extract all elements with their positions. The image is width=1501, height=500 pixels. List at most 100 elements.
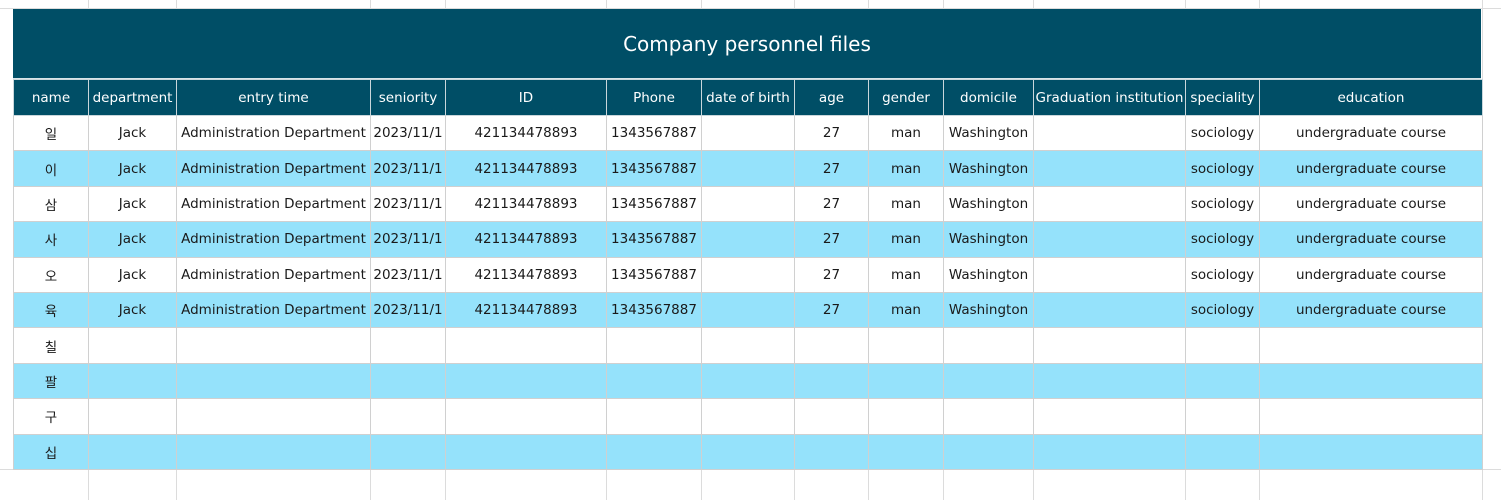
cell-id[interactable]: 421134478893 (445, 185, 607, 223)
cell-name[interactable]: 육 (13, 291, 89, 329)
cell-domicile[interactable] (943, 433, 1034, 470)
cell-entry-time[interactable]: Administration Department (176, 256, 371, 293)
cell-age[interactable] (794, 433, 869, 470)
cell-gender[interactable]: man (868, 150, 944, 187)
cell-age[interactable]: 27 (794, 221, 869, 258)
cell-entry-time[interactable]: Administration Department (176, 150, 371, 187)
header-cell-speciality[interactable]: speciality (1185, 79, 1260, 116)
header-cell-seniority[interactable]: seniority (370, 79, 446, 116)
header-cell-phone[interactable]: Phone (606, 79, 702, 116)
cell-speciality[interactable] (1185, 398, 1260, 435)
cell-speciality[interactable]: sociology (1185, 185, 1260, 223)
cell-seniority[interactable]: 2023/11/1 (370, 114, 446, 152)
cell-department[interactable]: Jack (88, 291, 177, 329)
cell-date-of-birth[interactable] (701, 362, 795, 400)
header-cell-entry-time[interactable]: entry time (176, 79, 371, 116)
header-cell-graduation-institution[interactable]: Graduation institution (1033, 79, 1186, 116)
cell-entry-time[interactable] (176, 362, 371, 400)
cell-graduation-institution[interactable] (1033, 150, 1186, 187)
cell-entry-time[interactable]: Administration Department (176, 114, 371, 152)
cell-department[interactable]: Jack (88, 256, 177, 293)
cell-date-of-birth[interactable] (701, 150, 795, 187)
cell-graduation-institution[interactable] (1033, 433, 1186, 470)
cell-speciality[interactable]: sociology (1185, 114, 1260, 152)
cell-domicile[interactable]: Washington (943, 185, 1034, 223)
cell-department[interactable]: Jack (88, 150, 177, 187)
cell-name[interactable]: 팔 (13, 362, 89, 400)
cell-name[interactable]: 구 (13, 398, 89, 435)
cell-age[interactable]: 27 (794, 114, 869, 152)
cell-domicile[interactable]: Washington (943, 291, 1034, 329)
cell-education[interactable]: undergraduate course (1259, 256, 1483, 293)
cell-speciality[interactable] (1185, 433, 1260, 470)
cell-education[interactable]: undergraduate course (1259, 185, 1483, 223)
cell-education[interactable]: undergraduate course (1259, 150, 1483, 187)
cell-phone[interactable]: 1343567887 (606, 150, 702, 187)
cell-entry-time[interactable]: Administration Department (176, 185, 371, 223)
cell-name[interactable]: 칠 (13, 327, 89, 364)
cell-department[interactable] (88, 327, 177, 364)
cell-id[interactable] (445, 433, 607, 470)
cell-domicile[interactable] (943, 398, 1034, 435)
header-cell-department[interactable]: department (88, 79, 177, 116)
cell-domicile[interactable] (943, 362, 1034, 400)
cell-seniority[interactable]: 2023/11/1 (370, 256, 446, 293)
cell-date-of-birth[interactable] (701, 327, 795, 364)
cell-education[interactable]: undergraduate course (1259, 221, 1483, 258)
cell-age[interactable]: 27 (794, 256, 869, 293)
cell-id[interactable]: 421134478893 (445, 221, 607, 258)
cell-entry-time[interactable] (176, 398, 371, 435)
cell-department[interactable]: Jack (88, 185, 177, 223)
header-cell-date-of-birth[interactable]: date of birth (701, 79, 795, 116)
cell-phone[interactable]: 1343567887 (606, 221, 702, 258)
cell-education[interactable] (1259, 398, 1483, 435)
cell-gender[interactable] (868, 433, 944, 470)
cell-graduation-institution[interactable] (1033, 256, 1186, 293)
cell-phone[interactable] (606, 433, 702, 470)
cell-date-of-birth[interactable] (701, 398, 795, 435)
cell-gender[interactable]: man (868, 185, 944, 223)
cell-seniority[interactable] (370, 327, 446, 364)
cell-education[interactable] (1259, 433, 1483, 470)
header-cell-gender[interactable]: gender (868, 79, 944, 116)
header-cell-name[interactable]: name (13, 79, 89, 116)
cell-seniority[interactable]: 2023/11/1 (370, 291, 446, 329)
cell-graduation-institution[interactable] (1033, 291, 1186, 329)
cell-gender[interactable] (868, 362, 944, 400)
cell-gender[interactable] (868, 398, 944, 435)
cell-department[interactable] (88, 398, 177, 435)
cell-gender[interactable]: man (868, 221, 944, 258)
cell-entry-time[interactable] (176, 327, 371, 364)
header-cell-education[interactable]: education (1259, 79, 1483, 116)
spreadsheet-canvas[interactable]: Company personnel files name department … (0, 0, 1501, 500)
header-cell-age[interactable]: age (794, 79, 869, 116)
cell-graduation-institution[interactable] (1033, 114, 1186, 152)
cell-phone[interactable]: 1343567887 (606, 291, 702, 329)
cell-age[interactable]: 27 (794, 185, 869, 223)
cell-id[interactable]: 421134478893 (445, 150, 607, 187)
cell-seniority[interactable] (370, 433, 446, 470)
header-cell-id[interactable]: ID (445, 79, 607, 116)
cell-phone[interactable]: 1343567887 (606, 185, 702, 223)
cell-date-of-birth[interactable] (701, 185, 795, 223)
cell-age[interactable]: 27 (794, 291, 869, 329)
cell-speciality[interactable]: sociology (1185, 150, 1260, 187)
cell-domicile[interactable]: Washington (943, 221, 1034, 258)
header-cell-domicile[interactable]: domicile (943, 79, 1034, 116)
cell-entry-time[interactable]: Administration Department (176, 221, 371, 258)
cell-domicile[interactable]: Washington (943, 114, 1034, 152)
cell-age[interactable] (794, 362, 869, 400)
cell-date-of-birth[interactable] (701, 221, 795, 258)
cell-age[interactable] (794, 398, 869, 435)
cell-id[interactable]: 421134478893 (445, 256, 607, 293)
cell-gender[interactable]: man (868, 114, 944, 152)
cell-phone[interactable] (606, 362, 702, 400)
cell-date-of-birth[interactable] (701, 433, 795, 470)
cell-speciality[interactable]: sociology (1185, 256, 1260, 293)
cell-date-of-birth[interactable] (701, 291, 795, 329)
cell-entry-time[interactable] (176, 433, 371, 470)
cell-department[interactable] (88, 433, 177, 470)
cell-date-of-birth[interactable] (701, 256, 795, 293)
cell-name[interactable]: 오 (13, 256, 89, 293)
cell-graduation-institution[interactable] (1033, 398, 1186, 435)
